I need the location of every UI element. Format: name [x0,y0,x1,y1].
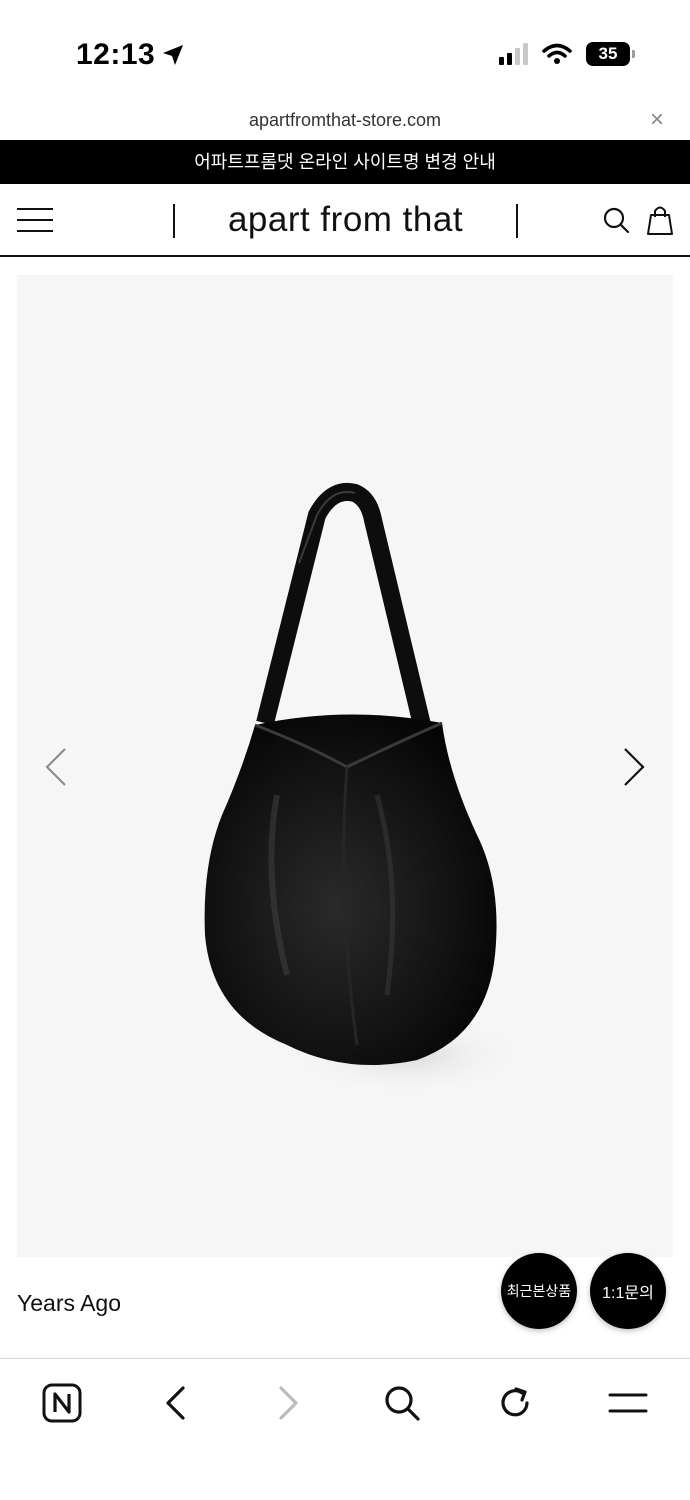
wifi-icon [542,43,572,64]
status-bar: 12:13 35 [0,0,690,100]
product-name: Years Ago [17,1290,122,1316]
reload-icon[interactable] [493,1381,537,1425]
url-text[interactable]: apartfromthat-store.com [0,110,690,131]
forward-icon[interactable] [267,1381,311,1425]
site-header: apart from that [0,184,690,257]
announcement-banner[interactable]: 어파트프롬댓 온라인 사이트명 변경 안내 [0,140,690,184]
battery-icon: 35 [586,42,635,66]
naver-n-icon[interactable] [40,1381,84,1425]
cellular-signal-icon [499,43,528,65]
location-arrow-icon [163,45,184,65]
browser-toolbar [0,1358,690,1500]
hamburger-menu-icon[interactable] [17,208,53,232]
close-icon[interactable]: × [650,106,664,134]
browser-menu-icon[interactable] [606,1381,650,1425]
back-icon[interactable] [153,1381,197,1425]
divider-right [516,204,518,238]
product-image-carousel[interactable] [17,275,673,1257]
brand-logo[interactable]: apart from that [175,200,516,240]
status-time: 12:13 [76,38,185,72]
chevron-left-icon[interactable] [41,745,71,789]
recently-viewed-button[interactable]: 최근본상품 [501,1253,577,1329]
status-time-text: 12:13 [76,38,156,71]
inquiry-label: 1:1문의 [602,1285,654,1302]
search-icon[interactable] [380,1381,424,1425]
recently-viewed-label: 최근본상품 [506,1283,572,1299]
chevron-right-icon[interactable] [619,745,649,789]
shopping-bag-icon[interactable] [646,204,674,236]
status-indicators: 35 [499,42,635,66]
battery-level: 35 [598,44,618,63]
search-icon[interactable] [602,206,630,234]
url-bar[interactable]: apartfromthat-store.com × [0,100,690,140]
product-photo-bag [204,483,527,1095]
one-to-one-inquiry-button[interactable]: 1:1문의 [590,1253,666,1329]
